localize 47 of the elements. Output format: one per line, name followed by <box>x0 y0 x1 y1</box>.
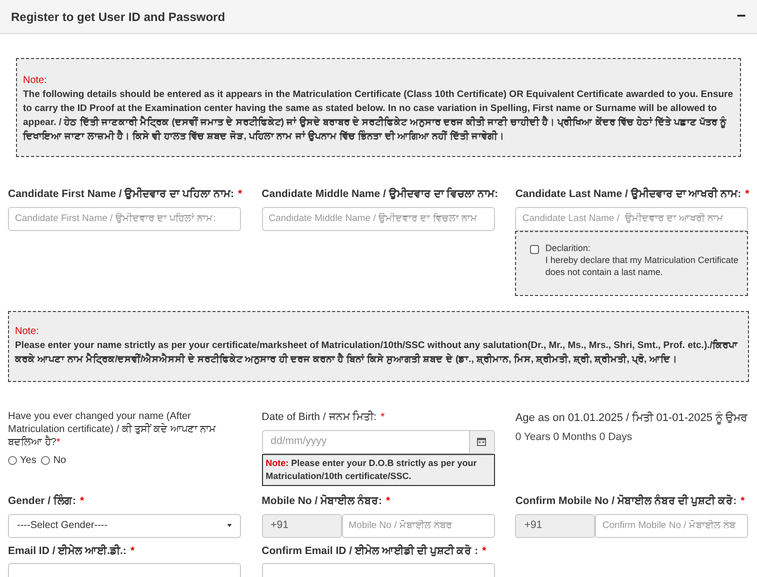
required-asterisk: * <box>380 410 385 425</box>
radio-button[interactable] <box>8 456 17 465</box>
field-label: Candidate Middle Name / ਉਮੀਦਵਾਰ ਦਾ ਵਿਚਲਾ ਨਾਮ: <box>262 187 498 202</box>
field-label: Confirm Mobile No / ਮੋਬਾਈਲ ਨੰਬਰ ਦੀ ਪੁਸ਼ਟੀ ਕਰੋ: <box>515 494 737 509</box>
country-code: +91 <box>262 514 342 538</box>
field-label: Candidate Last Name / ਉਮੀਦਵਾਰ ਦਾ ਆਖਰੀ ਨਾਮ: <box>515 187 742 202</box>
declaration-text: I hereby declare that my Matriculation Certificate does not contain a last name. <box>545 254 740 278</box>
text-field[interactable]: Candidate Middle Name / ਉਮੀਦਵਾਰ ਦਾ ਵਿਚਲਾ ਨਾਮ <box>262 206 495 231</box>
required-asterisk: * <box>482 544 486 558</box>
field-label: Email ID / ਈਮੇਲ ਆਈ.ਡੀ.: <box>8 544 126 558</box>
text-field[interactable]: Candidate Last Name / ਉਮੀਦਵਾਰ ਦਾ ਆਖਰੀ ਨਾਮ <box>515 206 748 231</box>
age-label: Age as on 01.01.2025 / ਮਿਤੀ 01-01-2025 ਨੂੰ ਉਮਰ <box>515 410 749 426</box>
calendar-icon <box>477 437 486 446</box>
gender-select[interactable]: ----Select Gender---- <box>8 514 241 538</box>
panel-title: Register to get User ID and Password <box>11 8 226 26</box>
country-code: +91 <box>515 514 596 538</box>
field-label: Mobile No / ਮੋਬਾਈਲ ਨੰਬਰ: <box>262 494 382 509</box>
field-label: Candidate First Name / ਉਮੀਦਵਾਰ ਦਾ ਪਹਿਲਾ ਨਾਮ: <box>8 187 234 202</box>
note-label: Note: <box>15 325 40 339</box>
field-label: Confirm Email ID / ਈਮੇਲ ਆਈਡੀ ਦੀ ਪੁਸ਼ਟੀ ਕਰੋ : <box>262 544 478 558</box>
required-asterisk: * <box>740 494 745 509</box>
note-text: Please enter your name strictly as per your certificate/marksheet of Matriculation/10th/SSC without any salutation(Dr., Mr., Ms., Mrs., Shri, Smt., Prof. etc.)./ਕਿਰਪਾ ਕਰਕੇ ਆਪਣਾ ਨਾਮ ਮੈਟ੍ਰਿਕ/ਦਸਵੀਂ/ਐਸਐਸਸੀ ਦੇ ਸਰਟੀਫਿਕੇਟ ਅਨੁਸਾਰ ਹੀ ਦਰਜ ਕਰਨਾ ਹੈ ਬਿਨਾਂ ਕਿਸੇ ਸੁਆਗਤੀ ਸ਼ਬਦ ਦੇ (ਡਾ., ਸ਼੍ਰੀਮਾਨ, ਮਿਸ, ਸ਼੍ਰੀਮਤੀ, ਸ਼੍ਰੀ, ਸ਼੍ਰੀਮਤੀ, ਪ੍ਰੋ, ਆਦਿ। <box>15 339 739 367</box>
age-value: 0 Years 0 Months 0 Days <box>515 430 634 445</box>
required-asterisk: * <box>745 187 750 202</box>
radio-button[interactable] <box>41 456 50 465</box>
note-text: The following details should be entered as it appears in the Matriculation Certificate (Class 10th Certificate) OR Equivalent Certificate awarded to you. Ensure to carry the ID Proof at the Examination center having the same as stated below. In no case variation in Spelling, First name or Surname will be allowed to appear. / ਹੇਠ ਦਿੱਤੀ ਜਾਣਕਾਰੀ ਮੈਟ੍ਰਿਕ (ਦਸਵੀਂ ਜਮਾਤ ਦੇ ਸਰਟੀਫਿਕੇਟ) ਜਾਂ ਉਸਦੇ ਬਰਾਬਰ ਦੇ ਸਰਟੀਫਿਕੇਟ ਅਨੁਸਾਰ ਦਰਜ ਕੀਤੀ ਜਾਣੀ ਚਾਹੀਦੀ ਹੈ। ਪ੍ਰੀਖਿਆ ਕੇਂਦਰ ਵਿੱਚ ਹੇਠਾਂ ਦਿੱਤੇ ਪਛਾਣ ਪੱਤਰ ਨੂੰ ਦਿਖਾਇਆ ਜਾਣਾ ਲਾਜ਼ਮੀ ਹੈ। ਕਿਸੇ ਵੀ ਹਾਲਤ ਵਿੱਚ ਸ਼ਬਦ ਜੋੜ, ਪਹਿਲਾ ਨਾਮ ਜਾਂ ਉਪਨਾਮ ਵਿੱਚ ਭਿੰਨਤਾ ਦੀ ਆਗਿਆ ਨਹੀਂ ਦਿੱਤੀ ਜਾਵੇਗੀ। <box>23 88 734 144</box>
email-field[interactable] <box>262 563 495 577</box>
note-label: Note: <box>23 74 48 88</box>
field-label: Gender / ਲਿੰਗ: <box>8 494 76 509</box>
dob-note: Note: Please enter your D.O.B strictly as per your Matriculation/10th certificate/SSC. <box>262 454 495 486</box>
required-asterisk: * <box>80 494 84 509</box>
declaration-title: Declarition: <box>545 242 592 254</box>
radio-label: Yes <box>20 454 36 468</box>
declaration-checkbox[interactable] <box>530 244 540 254</box>
required-asterisk: * <box>238 187 242 202</box>
text-field[interactable]: Candidate First Name / ਉਮੀਦਵਾਰ ਦਾ ਪਹਿਲਾਂ ਨਾਮ: <box>8 206 241 231</box>
radio-label: No <box>53 454 66 468</box>
phone-field[interactable]: Mobile No / ਮੋਬਾਈਲ ਨੰਬਰ <box>342 514 495 538</box>
email-field[interactable] <box>8 563 241 577</box>
caret-icon <box>227 524 232 527</box>
collapse-button[interactable]: − <box>736 8 746 24</box>
field-label: Have you ever changed your name (After Matriculation certificate) / ਕੀ ਤੁਸੀਂ ਕਦੇ ਆਪਣਾ ਨਾਮ ਬਦਲਿਆ ਹੈ?* <box>8 410 218 449</box>
required-asterisk: * <box>386 494 390 509</box>
required-asterisk: * <box>130 544 135 558</box>
field-label: Date of Birth / ਜਨਮ ਮਿਤੀ: <box>262 410 377 425</box>
date-placeholder: dd/mm/yyyy <box>270 434 328 449</box>
phone-field[interactable]: Confirm Mobile No / ਮੋਬਾਈਲ ਨੰਬ <box>595 514 748 538</box>
